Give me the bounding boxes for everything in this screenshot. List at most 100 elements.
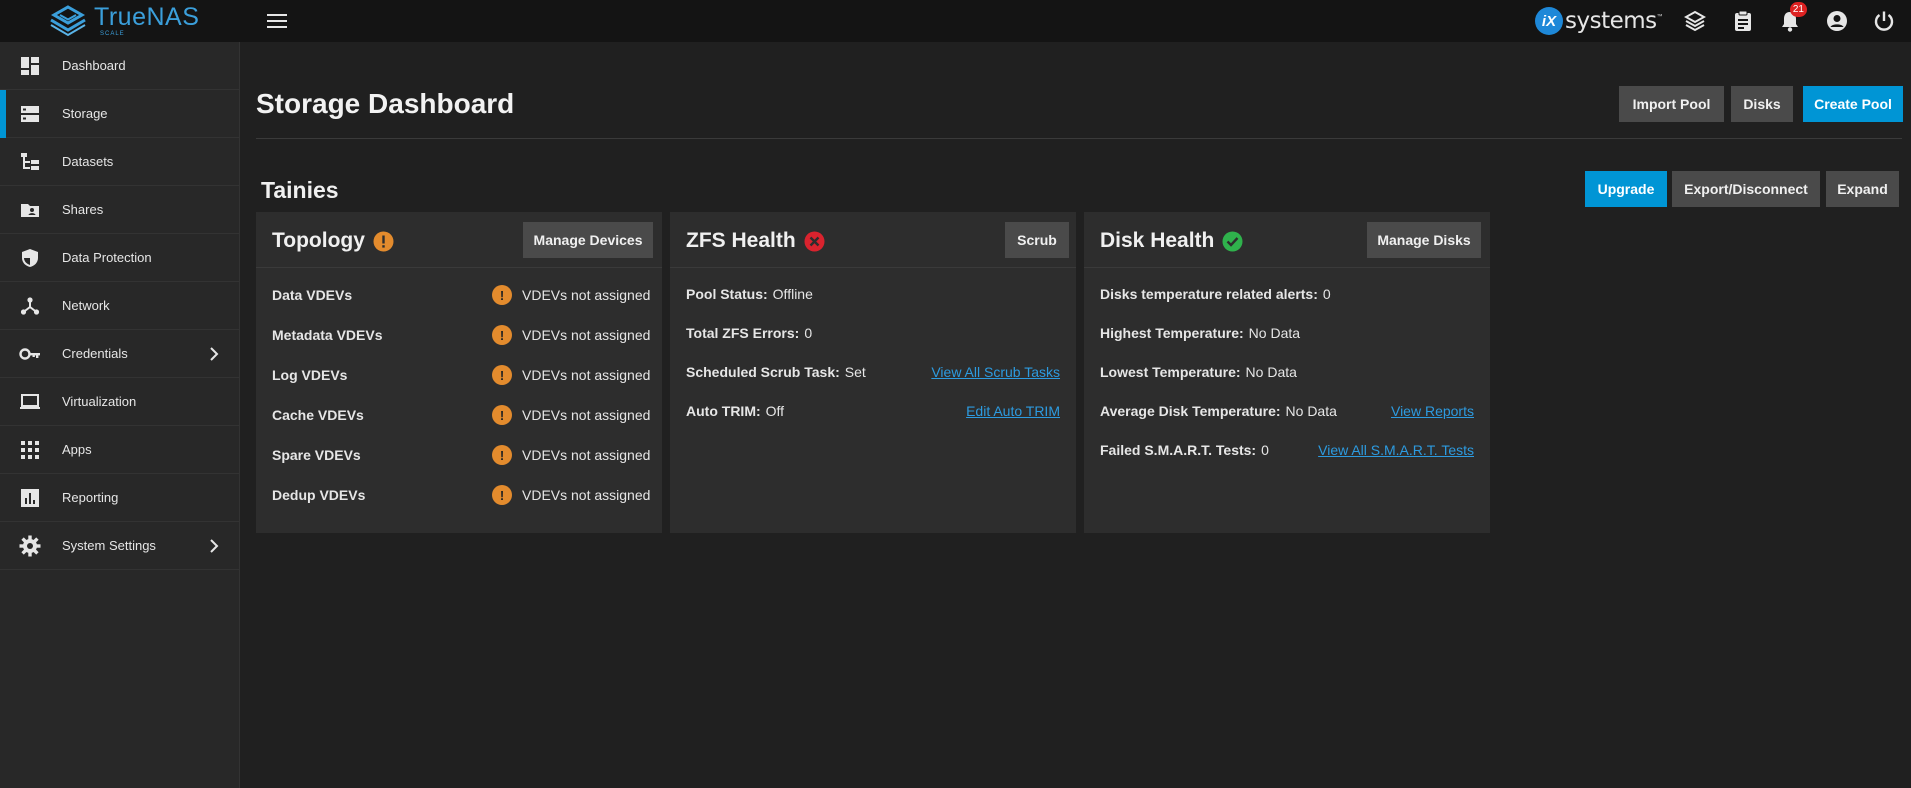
row-value: 0 bbox=[1322, 286, 1331, 302]
notifications-button[interactable]: 21 bbox=[1775, 2, 1807, 36]
page-title: Storage Dashboard bbox=[256, 88, 515, 119]
topology-row-spare: Spare VDEVs bbox=[272, 447, 361, 463]
row-label: Dedup VDEVs bbox=[272, 487, 366, 503]
row-value: 0 bbox=[1261, 442, 1269, 458]
row-label: Spare VDEVs bbox=[272, 447, 361, 463]
ix-trademark: ™ bbox=[1656, 14, 1663, 20]
storage-icon bbox=[18, 102, 42, 126]
edit-auto-trim-link[interactable]: Edit Auto TRIM bbox=[966, 403, 1060, 419]
truecommand-icon bbox=[1684, 10, 1706, 32]
truenas-logo[interactable]: TrueNAS SCALE bbox=[46, 0, 199, 42]
sidebar-item-label: Apps bbox=[62, 442, 92, 457]
pool-status-row: Pool Status: Offline bbox=[686, 286, 813, 302]
row-label: Total ZFS Errors: bbox=[686, 325, 800, 341]
row-value: Off bbox=[765, 403, 785, 419]
row-value: VDEVs not assigned bbox=[522, 287, 651, 303]
warning-icon: ! bbox=[492, 365, 512, 385]
card-title: Topology bbox=[272, 229, 394, 253]
failed-smart-row: Failed S.M.A.R.T. Tests: 0 bbox=[1100, 442, 1269, 458]
temp-alerts-row: Disks temperature related alerts: 0 bbox=[1100, 286, 1331, 302]
sidebar-item-storage[interactable]: Storage bbox=[0, 90, 239, 138]
brand-name: TrueNAS bbox=[94, 3, 200, 31]
topology-row-cache: Cache VDEVs bbox=[272, 407, 364, 423]
card-header: ZFS Health Scrub bbox=[670, 212, 1076, 268]
row-label: Failed S.M.A.R.T. Tests: bbox=[1100, 442, 1257, 458]
power-button[interactable] bbox=[1869, 6, 1899, 36]
sidebar-item-label: Shares bbox=[62, 202, 104, 217]
sidebar-item-datasets[interactable]: Datasets bbox=[0, 138, 239, 186]
auto-trim-row: Auto TRIM: Off bbox=[686, 403, 784, 419]
view-all-scrub-tasks-link[interactable]: View All Scrub Tasks bbox=[931, 364, 1060, 380]
topology-title: Topology bbox=[272, 229, 365, 252]
zfs-health-title: ZFS Health bbox=[686, 229, 796, 252]
row-label: Metadata VDEVs bbox=[272, 327, 383, 343]
highest-temp-row: Highest Temperature: No Data bbox=[1100, 325, 1300, 341]
sidebar-item-network[interactable]: Network bbox=[0, 282, 239, 330]
sidebar-item-reporting[interactable]: Reporting bbox=[0, 474, 239, 522]
manage-devices-button[interactable]: Manage Devices bbox=[523, 222, 653, 258]
average-temp-row: Average Disk Temperature: No Data bbox=[1100, 403, 1337, 419]
row-label: Auto TRIM: bbox=[686, 403, 761, 419]
topology-status: ! VDEVs not assigned bbox=[492, 405, 650, 425]
import-pool-button[interactable]: Import Pool bbox=[1619, 86, 1724, 122]
disks-button[interactable]: Disks bbox=[1731, 86, 1793, 122]
sidebar-item-credentials[interactable]: Credentials bbox=[0, 330, 239, 378]
export-disconnect-button[interactable]: Export/Disconnect bbox=[1672, 171, 1820, 207]
row-value: Set bbox=[844, 364, 866, 380]
row-value: No Data bbox=[1245, 364, 1297, 380]
ixsystems-logo[interactable]: iX systems ™ bbox=[1535, 4, 1663, 38]
title-divider bbox=[256, 138, 1902, 139]
topology-row-dedup: Dedup VDEVs bbox=[272, 487, 365, 503]
topology-row-data: Data VDEVs bbox=[272, 287, 352, 303]
truecommand-button[interactable] bbox=[1680, 6, 1710, 36]
scrub-task-row: Scheduled Scrub Task: Set bbox=[686, 364, 866, 380]
sidebar-item-shares[interactable]: Shares bbox=[0, 186, 239, 234]
topology-row-metadata: Metadata VDEVs bbox=[272, 327, 382, 343]
row-label: Cache VDEVs bbox=[272, 407, 364, 423]
sidebar-item-label: Reporting bbox=[62, 490, 119, 505]
pool-name: Tainies bbox=[261, 177, 339, 203]
sidebar-item-data-protection[interactable]: Data Protection bbox=[0, 234, 239, 282]
row-value: 0 bbox=[804, 325, 813, 341]
view-all-smart-tests-link[interactable]: View All S.M.A.R.T. Tests bbox=[1318, 442, 1474, 458]
scrub-button[interactable]: Scrub bbox=[1005, 222, 1069, 258]
upgrade-button[interactable]: Upgrade bbox=[1585, 171, 1667, 207]
gear-icon bbox=[18, 534, 42, 558]
lowest-temp-row: Lowest Temperature: No Data bbox=[1100, 364, 1297, 380]
row-label: Data VDEVs bbox=[272, 287, 353, 303]
sidebar-item-label: Virtualization bbox=[62, 394, 137, 409]
ix-mark: iX bbox=[1535, 7, 1563, 35]
manage-disks-button[interactable]: Manage Disks bbox=[1367, 222, 1481, 258]
account-button[interactable] bbox=[1822, 6, 1852, 36]
disk-health-title: Disk Health bbox=[1100, 229, 1215, 252]
sidebar-item-label: Dashboard bbox=[62, 58, 126, 73]
menu-toggle-button[interactable] bbox=[264, 8, 290, 34]
key-icon bbox=[18, 342, 42, 366]
sidebar-item-apps[interactable]: Apps bbox=[0, 426, 239, 474]
row-value: VDEVs not assigned bbox=[522, 487, 651, 503]
sidebar-item-label: Datasets bbox=[62, 154, 114, 169]
warning-icon: ! bbox=[492, 405, 512, 425]
sidebar-item-dashboard[interactable]: Dashboard bbox=[0, 42, 239, 90]
sidebar-item-system-settings[interactable]: System Settings bbox=[0, 522, 239, 570]
sidebar-item-label: Storage bbox=[62, 106, 108, 121]
account-circle-icon bbox=[1827, 11, 1847, 31]
jobs-button[interactable] bbox=[1728, 6, 1758, 36]
create-pool-button[interactable]: Create Pool bbox=[1803, 86, 1903, 122]
card-title: Disk Health bbox=[1100, 229, 1243, 253]
view-reports-link[interactable]: View Reports bbox=[1391, 403, 1474, 419]
card-header: Disk Health Manage Disks bbox=[1084, 212, 1490, 268]
expand-button[interactable]: Expand bbox=[1826, 171, 1899, 207]
dashboard-icon bbox=[18, 54, 42, 78]
shield-icon bbox=[18, 246, 42, 270]
topology-status: ! VDEVs not assigned bbox=[492, 445, 650, 465]
sidebar-item-label: Network bbox=[62, 298, 110, 313]
topology-status: ! VDEVs not assigned bbox=[492, 285, 650, 305]
sidebar-item-virtualization[interactable]: Virtualization bbox=[0, 378, 239, 426]
row-value: No Data bbox=[1285, 403, 1337, 419]
row-value: No Data bbox=[1248, 325, 1301, 341]
row-value: Offline bbox=[772, 286, 813, 302]
error-icon bbox=[804, 231, 825, 251]
hamburger-icon bbox=[267, 14, 287, 28]
row-label: Scheduled Scrub Task: bbox=[686, 364, 840, 380]
